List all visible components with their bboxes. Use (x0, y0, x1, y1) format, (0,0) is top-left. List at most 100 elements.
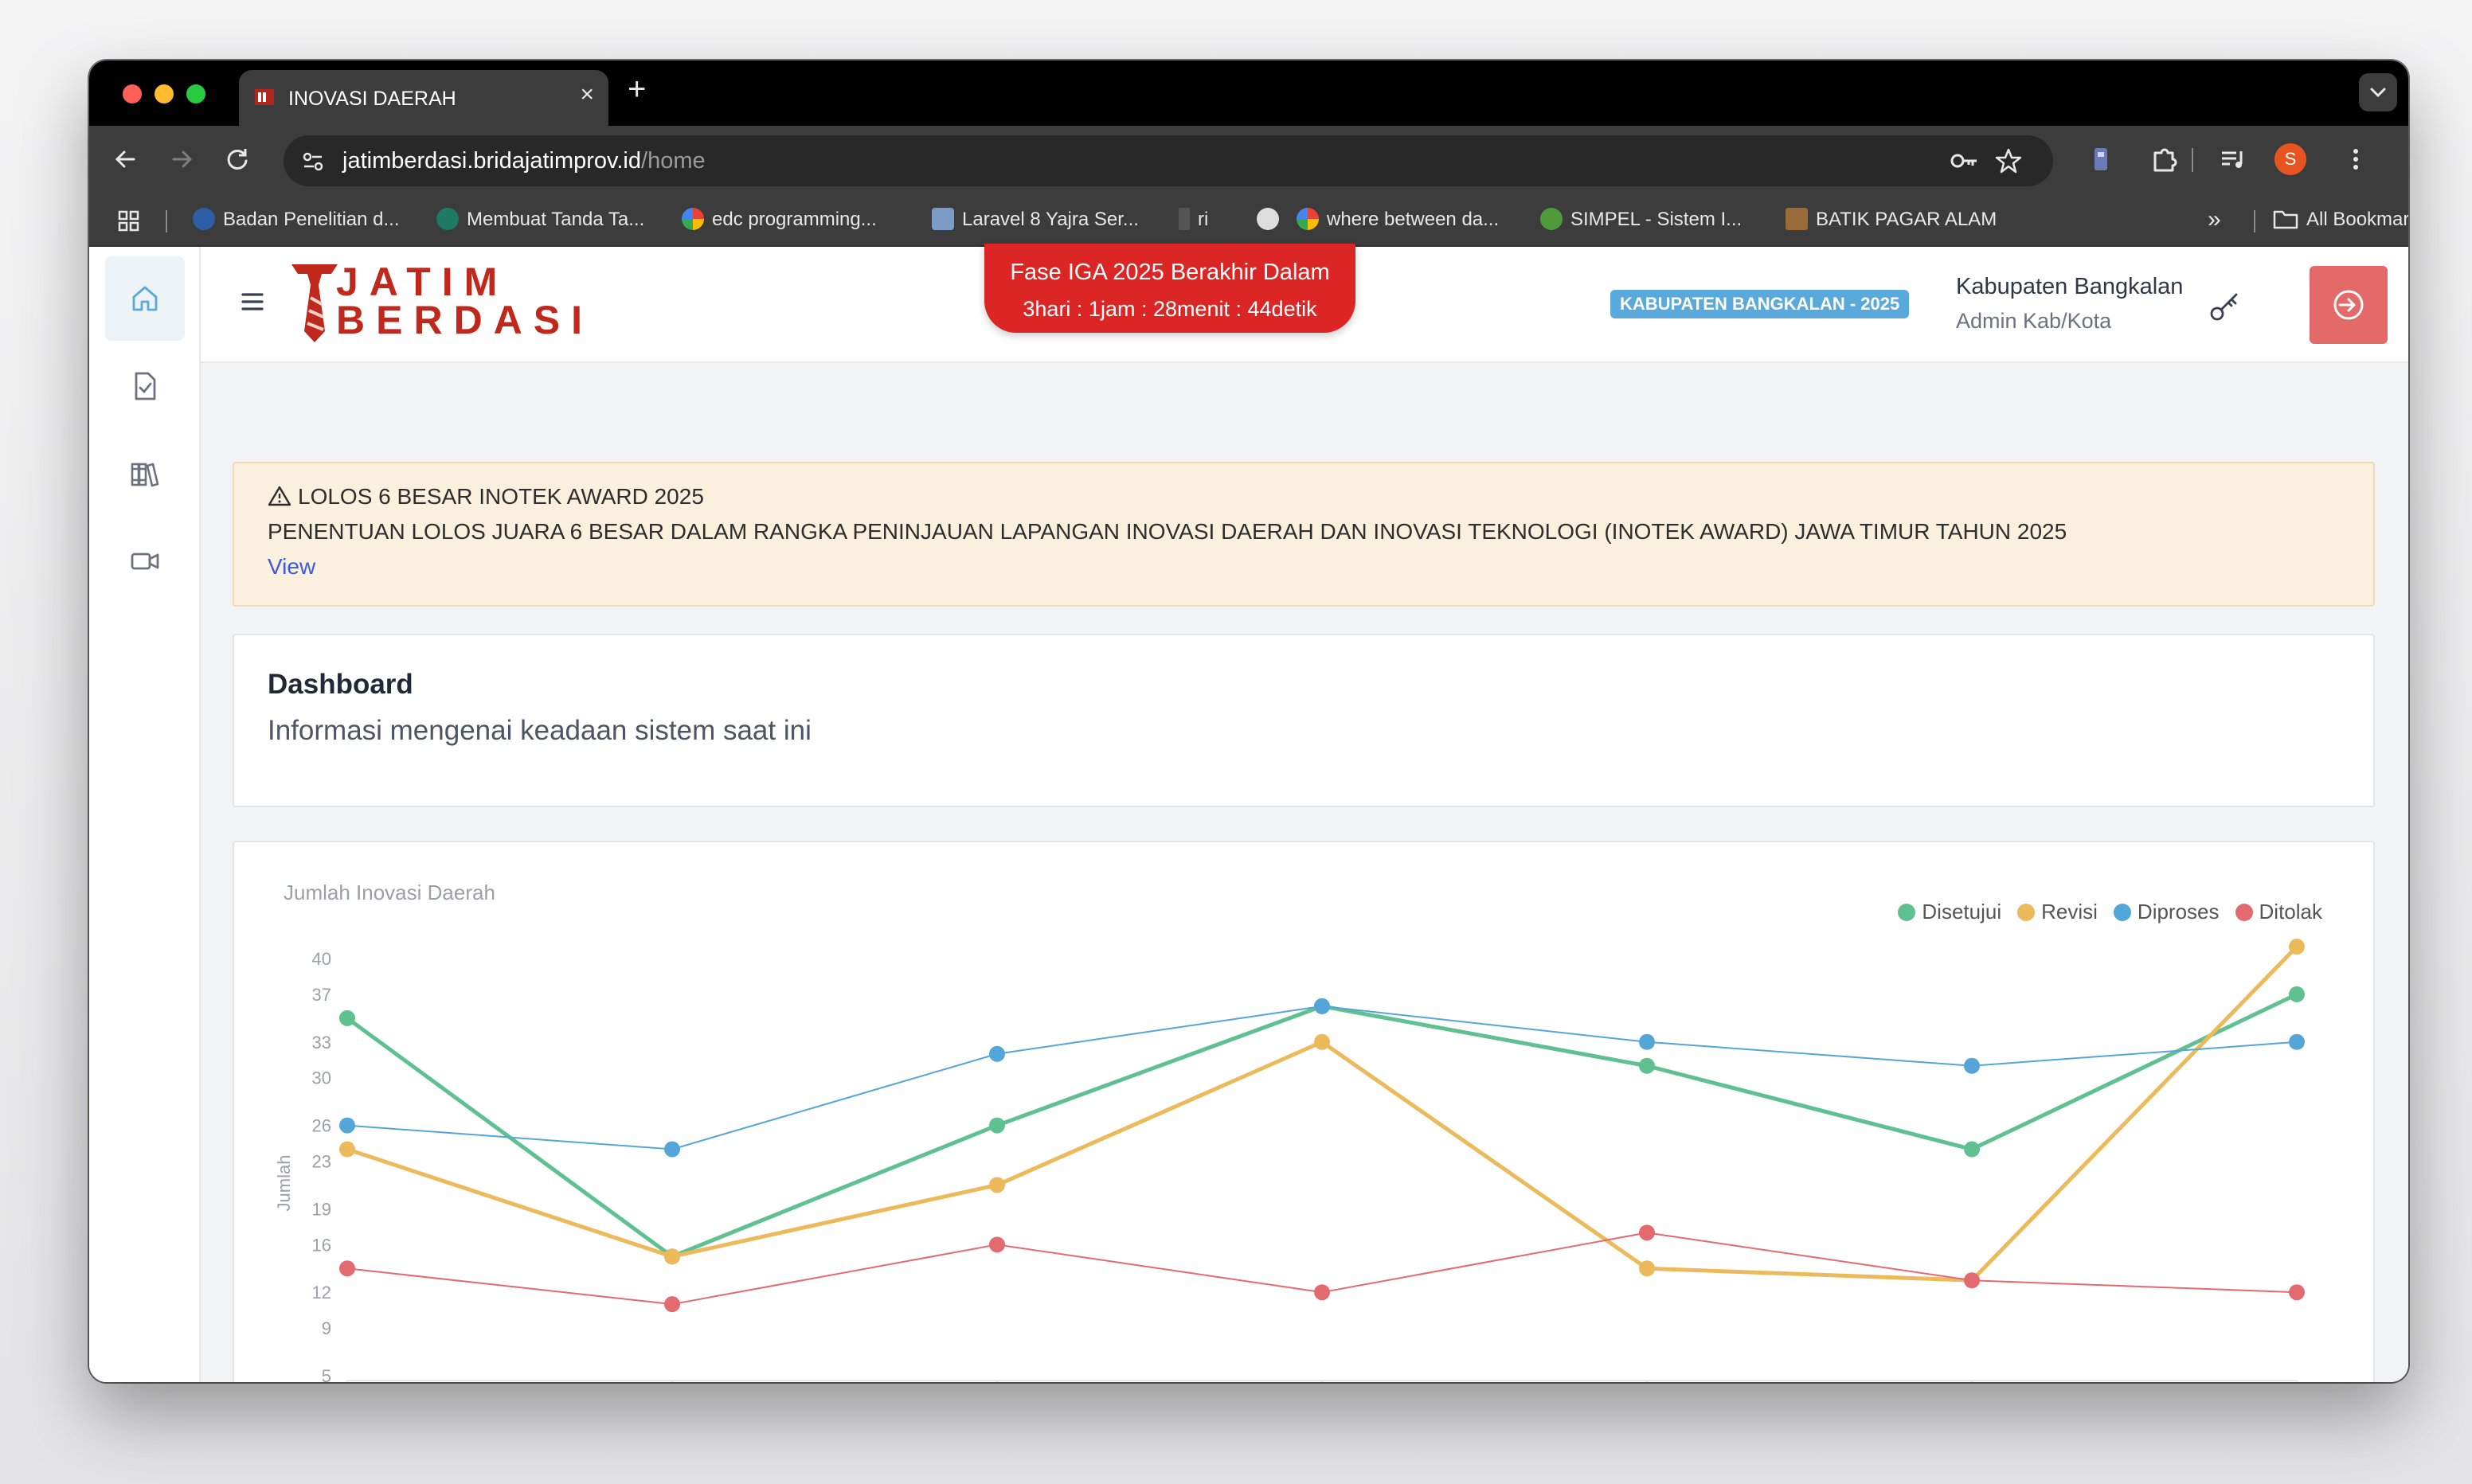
globe-icon (1257, 207, 1279, 230)
reload-icon[interactable] (221, 143, 253, 175)
data-point-disetujui (339, 1010, 355, 1026)
change-password-key-icon[interactable] (2208, 288, 2243, 323)
data-point-ditolak (664, 1296, 680, 1313)
laptop-icon (932, 207, 954, 230)
bookmark-label: edc programming... (712, 209, 877, 230)
y-tick-label: 12 (312, 1283, 331, 1302)
y-tick-label: 16 (312, 1235, 331, 1255)
password-key-icon[interactable] (1948, 146, 1980, 175)
forward-arrow-icon[interactable] (166, 143, 198, 175)
site-favicon-icon (255, 89, 274, 105)
new-tab-button[interactable]: + (628, 73, 646, 105)
browser-window: INOVASI DAERAH × + jatimberdasi.bridajat… (89, 61, 2408, 1382)
data-point-ditolak (339, 1260, 355, 1277)
innovation-chart-card: Jumlah Inovasi Daerah Disetujui Revisi D… (233, 841, 2375, 1382)
extension-icon[interactable] (2083, 142, 2118, 177)
url-path: /home (641, 148, 706, 174)
data-point-diproses (1314, 998, 1330, 1014)
bookmark-item[interactable]: where between da... (1297, 205, 1499, 234)
bookmark-label: Badan Penelitian d... (223, 209, 400, 230)
app-header: JATIM BERDASI Fase IGA 2025 Berakhir Dal… (201, 244, 2408, 363)
address-bar[interactable]: jatimberdasi.bridajatimprov.id/home (284, 135, 2053, 186)
data-point-disetujui (1964, 1141, 1980, 1158)
hamburger-menu-icon[interactable] (241, 290, 264, 314)
sidebar-item-video[interactable] (105, 519, 185, 603)
tab-active[interactable]: INOVASI DAERAH × (239, 70, 608, 126)
bookmark-item[interactable]: edc programming... (682, 205, 877, 234)
page-title: Dashboard (268, 669, 413, 700)
tab-search-button[interactable] (2359, 73, 2397, 111)
maximize-window-button[interactable] (186, 84, 205, 103)
user-role: Admin Kab/Kota (1956, 309, 2112, 333)
sidebar-item-submissions[interactable] (105, 344, 185, 428)
data-point-diproses (664, 1141, 680, 1158)
bookmark-favicon-icon (436, 207, 459, 230)
data-point-ditolak (1314, 1284, 1330, 1301)
document-check-icon (135, 372, 156, 400)
url-host: jatimberdasi.bridajatimprov.id (342, 148, 642, 174)
google-icon (1297, 207, 1319, 230)
data-point-disetujui (2289, 986, 2305, 1002)
bookmark-item[interactable]: ri (1179, 205, 1208, 234)
logout-button[interactable] (2310, 266, 2388, 344)
more-bookmarks-button[interactable]: » (2208, 205, 2221, 234)
data-point-ditolak (989, 1236, 1005, 1253)
tie-logo-icon (291, 264, 338, 342)
apps-grid-icon[interactable] (116, 209, 142, 234)
extensions-puzzle-icon[interactable] (2147, 142, 2182, 177)
data-point-ditolak (2289, 1284, 2305, 1301)
bookmark-item[interactable]: Badan Penelitian d... (193, 205, 400, 234)
series-line-diproses (346, 1005, 2298, 1150)
bookmark-item[interactable]: BATIK PAGAR ALAM (1786, 205, 1997, 234)
all-bookmarks-folder[interactable]: All Bookmarks (2273, 205, 2408, 234)
bookmark-item[interactable]: Laravel 8 Yajra Ser... (932, 205, 1139, 234)
series-line-disetujui (346, 992, 2298, 1259)
web-page: JATIM BERDASI Fase IGA 2025 Berakhir Dal… (89, 244, 2408, 1382)
site-settings-icon[interactable] (299, 148, 327, 175)
announcement-alert: LOLOS 6 BESAR INOTEK AWARD 2025 PENENTUA… (233, 462, 2375, 607)
chevron-down-icon (2370, 88, 2386, 98)
profile-avatar[interactable]: S (2274, 143, 2306, 175)
bookmark-item[interactable]: Membuat Tanda Ta... (436, 205, 644, 234)
logout-icon (2333, 290, 2364, 320)
data-point-diproses (1964, 1057, 1980, 1074)
bookmark-label: SIMPEL - Sistem I... (1570, 209, 1743, 230)
bookmark-divider (2254, 210, 2255, 232)
close-window-button[interactable] (123, 84, 142, 103)
data-point-revisi (339, 1141, 355, 1158)
bookmark-star-icon[interactable] (1994, 146, 2023, 175)
url-text[interactable]: jatimberdasi.bridajatimprov.id/home (342, 148, 706, 174)
data-point-ditolak (1639, 1224, 1655, 1241)
page-subtitle: Informasi mengenai keadaan sistem saat i… (268, 715, 812, 746)
alert-title: LOLOS 6 BESAR INOTEK AWARD 2025 (298, 484, 704, 509)
folder-icon (2273, 210, 2298, 228)
user-name: Kabupaten Bangkalan (1956, 274, 2184, 299)
sidebar-item-home[interactable] (105, 256, 185, 341)
browser-menu-icon[interactable] (2338, 142, 2373, 177)
bookmark-favicon-icon (1179, 207, 1190, 230)
toolbar-divider (2192, 148, 2193, 172)
sidebar (89, 247, 201, 1382)
home-icon (132, 286, 158, 311)
alert-view-link[interactable]: View (268, 554, 315, 580)
bookmark-label: Membuat Tanda Ta... (467, 209, 645, 230)
bookmark-item[interactable] (1257, 205, 1287, 234)
tab-close-icon[interactable]: × (580, 83, 594, 107)
google-icon (682, 207, 704, 230)
media-control-icon[interactable] (2216, 142, 2251, 177)
back-arrow-icon[interactable] (110, 143, 142, 175)
alert-title-row: LOLOS 6 BESAR INOTEK AWARD 2025 (268, 484, 704, 510)
minimize-window-button[interactable] (154, 84, 174, 103)
data-point-diproses (989, 1045, 1005, 1062)
bookmarks-bar: Badan Penelitian d... Membuat Tanda Ta..… (89, 194, 2408, 247)
bookmark-item[interactable]: SIMPEL - Sistem I... (1540, 205, 1742, 234)
y-tick-label: 23 (312, 1152, 331, 1172)
library-books-icon (131, 463, 159, 487)
alert-body: PENENTUAN LOLOS JUARA 6 BESAR DALAM RANG… (268, 519, 2067, 544)
browser-toolbar: jatimberdasi.bridajatimprov.id/home S (89, 126, 2408, 194)
sidebar-item-library[interactable] (105, 432, 185, 516)
data-point-ditolak (1964, 1272, 1980, 1289)
y-tick-label: 5 (322, 1366, 331, 1382)
y-tick-label: 26 (312, 1116, 331, 1136)
bookmark-favicon-icon (1786, 207, 1808, 230)
